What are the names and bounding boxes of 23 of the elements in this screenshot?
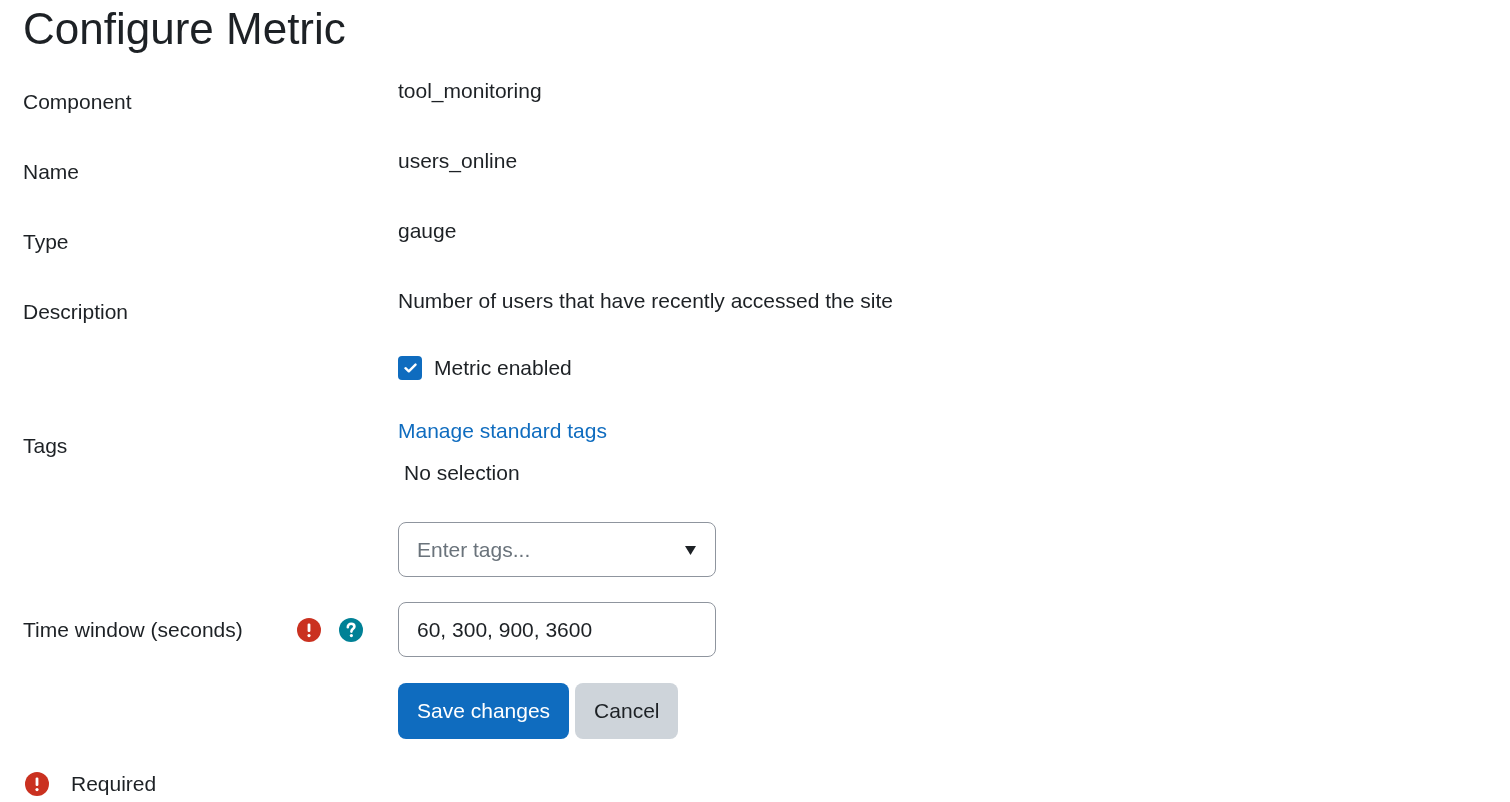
field-label: Description xyxy=(23,300,129,323)
field-value: users_online xyxy=(398,149,518,172)
tags-input[interactable]: Enter tags... xyxy=(398,522,716,577)
required-note: Required xyxy=(71,772,157,796)
save-button[interactable]: Save changes xyxy=(398,683,570,739)
selection-status: No selection xyxy=(404,461,520,485)
checkbox-label[interactable]: Metric enabled xyxy=(434,356,572,380)
cancel-button[interactable]: Cancel xyxy=(575,683,679,739)
caret-icon[interactable] xyxy=(685,546,696,555)
field-label: Name xyxy=(23,160,80,183)
field-value: Number of users that have recently accessed the site xyxy=(398,289,893,312)
checkbox[interactable] xyxy=(398,356,422,380)
text-input[interactable]: 60, 300, 900, 3600 xyxy=(398,602,716,657)
field-label: Tags xyxy=(23,434,68,457)
field-label: Component xyxy=(23,90,132,113)
exclamation-icon xyxy=(25,772,49,796)
check-icon xyxy=(403,363,417,373)
field-label: Type xyxy=(23,230,69,253)
page-title: Configure Metric xyxy=(23,3,347,55)
manage-tags-link[interactable]: Manage standard tags xyxy=(398,419,607,443)
field-value: gauge xyxy=(398,219,457,242)
field-label: Time window (seconds) xyxy=(23,617,243,642)
field-value: tool_monitoring xyxy=(398,79,542,102)
